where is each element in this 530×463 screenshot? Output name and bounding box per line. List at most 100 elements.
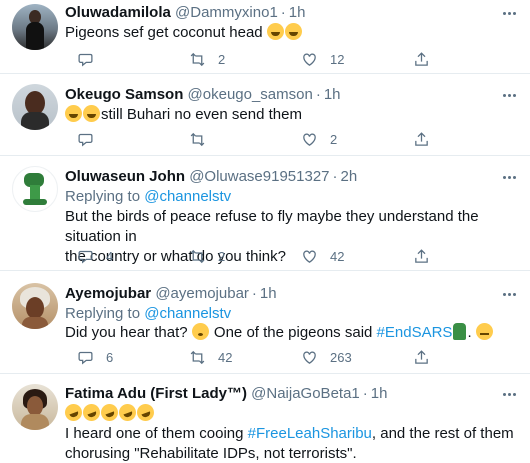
timestamp[interactable]: 1h: [324, 86, 341, 103]
mention-link[interactable]: @channelstv: [144, 305, 231, 322]
user-handle[interactable]: @Oluwase91951327: [189, 168, 329, 185]
tweet-header: Oluwadamilola @Dammyxino1 · 1h: [65, 4, 306, 21]
reply-button[interactable]: [77, 49, 106, 69]
tweet-text: Pigeons sef get coconut head: [65, 23, 520, 43]
rolling-on-floor-laughing-icon: [98, 401, 121, 424]
reply-button[interactable]: 6: [77, 347, 113, 367]
tweet[interactable]: Oluwadamilola @Dammyxino1 · 1h Pigeons sef…: [0, 0, 530, 74]
like-count: 2: [330, 131, 338, 147]
share-button[interactable]: [413, 347, 430, 367]
display-name[interactable]: Oluwaseun John: [65, 168, 185, 185]
tweet-header: Okeugo Samson @okeugo_samson · 1h: [65, 86, 341, 103]
tweet-actions: 2 12: [65, 49, 510, 69]
tweet[interactable]: Oluwaseun John @Oluwase91951327 · 2h Reply…: [0, 156, 530, 271]
display-name[interactable]: Okeugo Samson: [65, 86, 183, 103]
retweet-icon: [190, 132, 205, 146]
like-button[interactable]: 12: [301, 49, 344, 69]
grinning-face-with-sweat-icon: [83, 105, 100, 122]
tweet-feed: Oluwadamilola @Dammyxino1 · 1h Pigeons sef…: [0, 0, 530, 463]
reply-count: 4: [106, 248, 114, 264]
retweet-icon: [190, 350, 205, 364]
retweet-button[interactable]: [189, 129, 218, 149]
more-icon[interactable]: [500, 168, 518, 186]
avatar[interactable]: [12, 283, 58, 329]
like-icon: [303, 53, 316, 66]
face-with-tears-of-joy-icon: [284, 23, 302, 40]
share-button[interactable]: [413, 246, 430, 266]
expressionless-face-icon: [475, 323, 493, 340]
retweet-button[interactable]: 2: [189, 246, 225, 266]
like-button[interactable]: 2: [301, 129, 337, 149]
tweet-actions: 6 42 263: [65, 347, 510, 367]
tweet-actions: 4 2 42: [65, 246, 510, 266]
tweet[interactable]: Okeugo Samson @okeugo_samson · 1h still Bu…: [0, 74, 530, 156]
tweet[interactable]: Fatima Adu (First Lady™) @NaijaGoBeta1 · 1…: [0, 374, 530, 463]
retweet-count: 2: [218, 248, 226, 264]
share-button[interactable]: [413, 129, 430, 149]
reply-count: 6: [106, 349, 114, 365]
tweet[interactable]: Ayemojubar @ayemojubar · 1h Replying to @c…: [0, 271, 530, 374]
reply-icon: [78, 133, 93, 146]
user-handle[interactable]: @okeugo_samson: [188, 86, 313, 103]
like-count: 263: [330, 349, 352, 365]
share-icon: [415, 248, 428, 263]
more-icon[interactable]: [500, 4, 518, 22]
avatar[interactable]: [12, 166, 58, 212]
user-handle[interactable]: @ayemojubar: [155, 285, 249, 302]
face-with-tears-of-joy-icon: [266, 23, 284, 40]
rolling-on-floor-laughing-icon: [116, 401, 139, 424]
flushed-face-icon: [191, 323, 209, 340]
emoji-row: [62, 401, 520, 424]
user-handle[interactable]: @Dammyxino1: [175, 4, 278, 21]
user-handle[interactable]: @NaijaGoBeta1: [251, 385, 360, 402]
like-icon: [303, 250, 316, 263]
replying-to: Replying to @channelstv: [65, 305, 232, 322]
tweet-header: Ayemojubar @ayemojubar · 1h: [65, 285, 277, 302]
rolling-on-floor-laughing-icon: [80, 401, 103, 424]
display-name[interactable]: Ayemojubar: [65, 285, 151, 302]
share-button[interactable]: [413, 49, 430, 69]
tweet-text: still Buhari no even send them: [65, 105, 520, 125]
display-name[interactable]: Oluwadamilola: [65, 4, 171, 21]
hashtag-link[interactable]: #FreeLeahSharibu: [248, 425, 372, 442]
tweet-actions: 2: [65, 129, 510, 149]
tweet-header: Oluwaseun John @Oluwase91951327 · 2h: [65, 168, 358, 185]
share-icon: [415, 349, 428, 364]
grinning-face-with-sweat-icon: [65, 105, 82, 122]
rolling-on-floor-laughing-icon: [134, 401, 157, 424]
timestamp[interactable]: 1h: [289, 4, 306, 21]
avatar[interactable]: [12, 4, 58, 50]
avatar[interactable]: [12, 384, 58, 430]
reply-button[interactable]: [77, 129, 106, 149]
more-icon[interactable]: [500, 385, 518, 403]
share-icon: [415, 51, 428, 66]
replying-to: Replying to @channelstv: [65, 188, 232, 205]
share-icon: [415, 131, 428, 146]
hashtag-link[interactable]: #EndSARS: [377, 324, 453, 341]
retweet-icon: [190, 249, 205, 263]
timestamp[interactable]: 1h: [371, 385, 388, 402]
raised-fist-icon: [453, 323, 467, 340]
mention-link[interactable]: @channelstv: [144, 188, 231, 205]
like-button[interactable]: 42: [301, 246, 344, 266]
like-icon: [303, 351, 316, 364]
like-button[interactable]: 263: [301, 347, 352, 367]
avatar[interactable]: [12, 84, 58, 130]
display-name[interactable]: Fatima Adu (First Lady™): [65, 385, 247, 402]
timestamp[interactable]: 2h: [341, 168, 358, 185]
retweet-count: 2: [218, 51, 226, 67]
retweet-button[interactable]: 42: [189, 347, 232, 367]
like-icon: [303, 133, 316, 146]
tweet-text: I heard one of them cooing #FreeLeahShar…: [62, 401, 520, 463]
like-count: 12: [330, 51, 345, 67]
rolling-on-floor-laughing-icon: [62, 401, 85, 424]
tweet-text: Did you hear that? One of the pigeons sa…: [65, 323, 520, 343]
reply-button[interactable]: 4: [77, 246, 113, 266]
reply-icon: [78, 250, 93, 263]
timestamp[interactable]: 1h: [260, 285, 277, 302]
retweet-button[interactable]: 2: [189, 49, 225, 69]
reply-icon: [78, 351, 93, 364]
like-count: 42: [330, 248, 345, 264]
more-icon[interactable]: [500, 86, 518, 104]
more-icon[interactable]: [500, 285, 518, 303]
